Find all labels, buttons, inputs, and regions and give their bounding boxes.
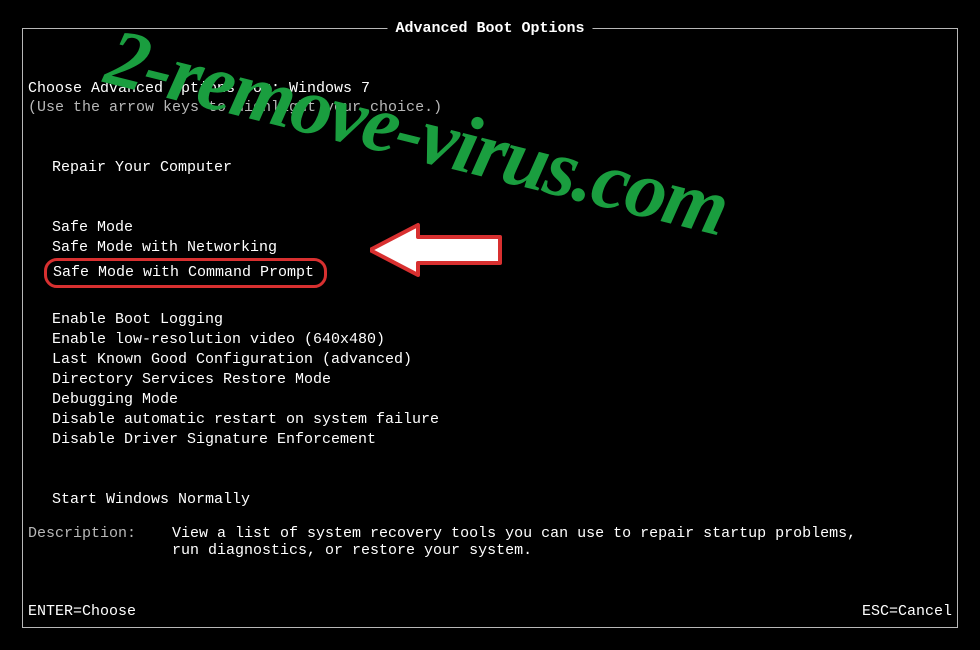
arrow-left-icon (370, 221, 505, 279)
menu-item-last-known-good[interactable]: Last Known Good Configuration (advanced) (52, 350, 952, 370)
menu-item-disable-restart[interactable]: Disable automatic restart on system fail… (52, 410, 952, 430)
menu-item-boot-logging[interactable]: Enable Boot Logging (52, 310, 952, 330)
hint-text: (Use the arrow keys to highlight your ch… (28, 99, 952, 116)
menu-item-directory-restore[interactable]: Directory Services Restore Mode (52, 370, 952, 390)
menu-item-low-res[interactable]: Enable low-resolution video (640x480) (52, 330, 952, 350)
subtitle: Choose Advanced Options for: Windows 7 (28, 80, 952, 97)
footer-enter: ENTER=Choose (28, 603, 136, 620)
description-label: Description: (28, 525, 163, 542)
description-block: Description: View a list of system recov… (28, 525, 952, 559)
menu-item-disable-signature[interactable]: Disable Driver Signature Enforcement (52, 430, 952, 450)
boot-menu: Repair Your Computer Safe Mode Safe Mode… (52, 158, 952, 510)
menu-item-safe-mode-cmd[interactable]: Safe Mode with Command Prompt (53, 264, 314, 281)
menu-item-start-normally[interactable]: Start Windows Normally (52, 490, 952, 510)
page-title: Advanced Boot Options (387, 20, 592, 37)
menu-item-repair[interactable]: Repair Your Computer (52, 158, 952, 178)
content-area: Choose Advanced Options for: Windows 7 (… (28, 80, 952, 510)
highlight-box: Safe Mode with Command Prompt (44, 258, 327, 288)
menu-item-debugging[interactable]: Debugging Mode (52, 390, 952, 410)
footer-esc: ESC=Cancel (862, 603, 952, 620)
footer-bar: ENTER=Choose ESC=Cancel (28, 603, 952, 620)
description-text: View a list of system recovery tools you… (172, 525, 872, 559)
